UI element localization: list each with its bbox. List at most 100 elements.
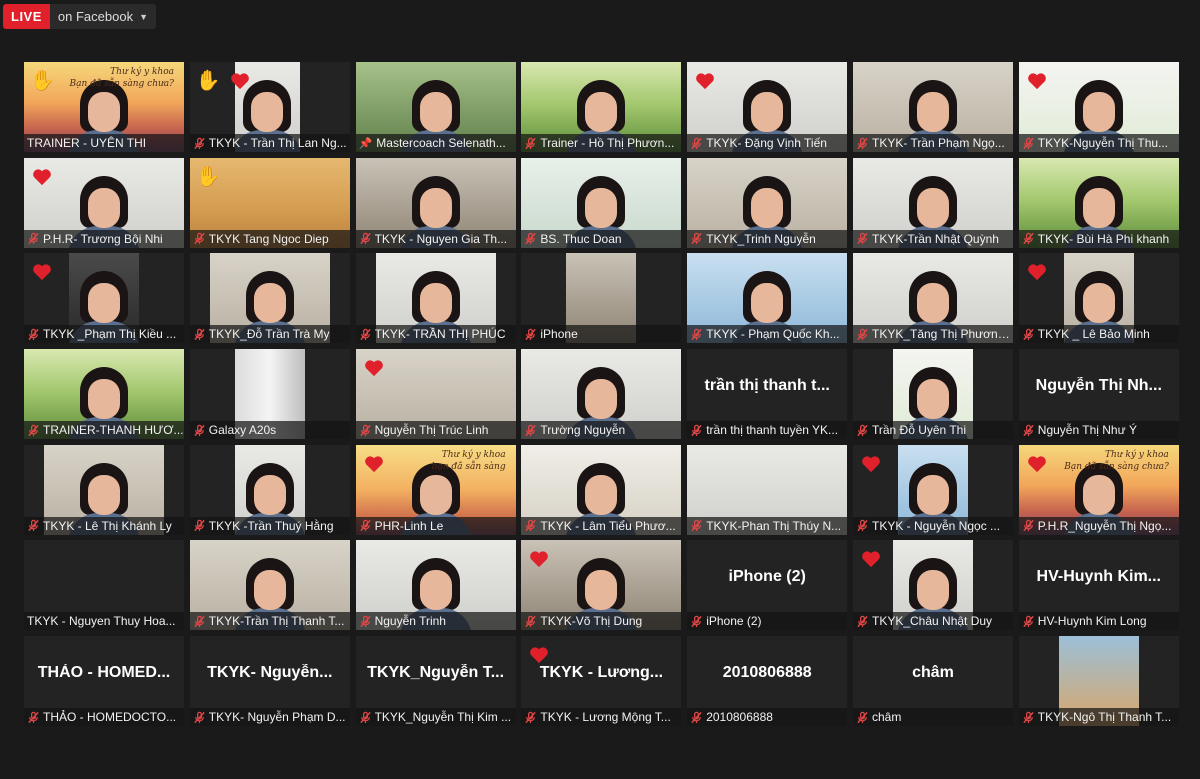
- heart-reaction-icon: [1027, 73, 1046, 90]
- participant-tile[interactable]: iPhone: [521, 253, 682, 344]
- participant-name-bar: TKYK _Phạm Thị Kiều ...: [24, 325, 184, 344]
- muted-mic-icon: [194, 711, 205, 723]
- live-status-badge[interactable]: LIVE on Facebook ▼: [3, 4, 156, 29]
- participant-name: TKYK - Nguyễn Ngọc ...: [871, 518, 1001, 533]
- participant-tile[interactable]: TKYK - Lương... TKYK - Lương Mộng T...: [521, 636, 682, 727]
- muted-mic-icon: [691, 615, 702, 628]
- participant-tile[interactable]: TKYK - Phạm Quốc Kh...: [687, 253, 848, 344]
- participant-tile[interactable]: TKYK-Trần Nhật Quỳnh: [852, 157, 1013, 248]
- live-destination-dropdown[interactable]: on Facebook ▼: [49, 4, 156, 29]
- participant-name: TKYK - Lâm Tiểu Phươ...: [540, 518, 676, 533]
- muted-mic-icon: [1023, 232, 1034, 245]
- participant-name: BS. Thuc Doan: [540, 231, 622, 246]
- participant-tile[interactable]: Nguyễn Thị Nh... Nguyễn Thị Như Ý: [1018, 349, 1179, 440]
- participant-tile[interactable]: Thư ký y khoa Bạn đã sẵn sàng chưa? P.H.R…: [1018, 444, 1179, 535]
- participant-tile[interactable]: TKYK - Lâm Tiểu Phươ...: [521, 444, 682, 535]
- participant-name-bar: BS. Thuc Doan: [521, 229, 682, 248]
- participant-name: châm: [871, 710, 902, 725]
- participant-name: Nguyễn Thị Như Ý: [1037, 423, 1137, 438]
- muted-mic-icon: [194, 519, 205, 532]
- participant-tile[interactable]: châm châm: [852, 636, 1013, 727]
- participant-name-bar: TKYK _ Lê Bảo Minh: [1018, 325, 1179, 344]
- participant-tile[interactable]: Thư ký y khoa Bạn đã sẵn sàng chưa? ✋ TRAI…: [24, 62, 184, 152]
- participant-tile[interactable]: TKYK_Châu Nhật Duy: [852, 540, 1013, 631]
- participant-tile[interactable]: Galaxy A20s: [189, 349, 350, 440]
- participant-name-bar: TKYK - Trần Thị Lan Ng...: [189, 134, 350, 152]
- participant-name-bar: châm: [852, 708, 1013, 727]
- participant-tile[interactable]: TKYK-Ngô Thị Thanh T...: [1018, 636, 1179, 727]
- participant-tile[interactable]: TKYK- Bùi Hà Phi khanh: [1018, 157, 1179, 248]
- participant-tile[interactable]: TKYK- Trần Phạm Ngọ...: [852, 62, 1013, 152]
- participant-tile[interactable]: TKYK_Tăng Thị Phương...: [852, 253, 1013, 344]
- muted-mic-icon: [1023, 328, 1034, 340]
- participant-tile[interactable]: TKYK_Đỗ Trần Trà My: [189, 253, 350, 344]
- participant-tile[interactable]: TKYK-Phan Thị Thúy N...: [687, 444, 848, 535]
- participant-tile[interactable]: Thư ký y khoa bạn đã sẵn sàng PHR-Linh Le: [355, 444, 516, 535]
- participant-tile[interactable]: BS. Thuc Doan: [521, 157, 682, 248]
- participant-name-bar: TKYK_Đỗ Trần Trà My: [189, 325, 350, 344]
- muted-mic-icon: [1023, 137, 1034, 149]
- muted-mic-icon: [194, 232, 205, 245]
- participant-tile[interactable]: 📌 Mastercoach Selenath...: [355, 62, 516, 152]
- muted-mic-icon: [691, 232, 702, 245]
- participant-name: Mastercoach Selenath...: [376, 136, 506, 150]
- participant-tile[interactable]: TKYK - Nguyen Thuy Hoa...: [24, 540, 184, 631]
- participant-tile[interactable]: TKYK_Nguyễn T... TKYK_Nguyễn Thị Kim ...: [355, 636, 516, 727]
- participant-tile[interactable]: 2010806888 2010806888: [687, 636, 848, 727]
- participant-tile[interactable]: TKYK-Trần Thị Thanh T...: [189, 540, 350, 631]
- participant-tile[interactable]: TKYK-Nguyễn Thị Thu...: [1018, 62, 1179, 152]
- participant-name: PHR-Linh Le: [374, 518, 444, 533]
- participant-name: TKYK_Đỗ Trần Trà My: [208, 327, 330, 342]
- participant-tile[interactable]: TKYK _Phạm Thị Kiều ...: [24, 253, 184, 344]
- participant-tile[interactable]: TKYK -Trần Thuý Hằng: [189, 444, 350, 535]
- participant-name: TKYK-Trần Thị Thanh T...: [208, 614, 345, 629]
- participant-tile[interactable]: TKYK- Đặng Vịnh Tiến: [687, 62, 848, 152]
- participant-tile[interactable]: TKYK- TRẦN THỊ PHÚC: [355, 253, 516, 344]
- participant-tile[interactable]: TKYK - Nguyen Gia Th...: [355, 157, 516, 248]
- participant-tile[interactable]: THẢO - HOMED... THẢO - HOMEDOCTO...: [24, 636, 184, 727]
- participant-tile[interactable]: HV-Huynh Kim... HV-Huynh Kim Long: [1018, 540, 1179, 631]
- participant-tile[interactable]: iPhone (2) iPhone (2): [687, 540, 848, 631]
- participant-tile[interactable]: Nguyễn Trinh: [355, 540, 516, 631]
- muted-mic-icon: [525, 711, 537, 723]
- participant-tile[interactable]: TKYK _ Lê Bảo Minh: [1018, 253, 1179, 344]
- participant-name: Nguyễn Thị Trúc Linh: [374, 423, 489, 438]
- participant-name: iPhone: [540, 327, 578, 342]
- heart-reaction-icon: [1027, 264, 1046, 281]
- participant-tile[interactable]: TKYK- Nguyễn... TKYK- Nguyễn Phạm D...: [189, 636, 350, 727]
- participant-name-bar: P.H.R- Trương Bội Nhi: [24, 229, 184, 248]
- participant-name-bar: TKYK - Nguyễn Ngọc ...: [852, 516, 1013, 535]
- participant-name-bar: TKYK-Ngô Thị Thanh T...: [1018, 708, 1179, 727]
- participant-tile[interactable]: TKYK - Lê Thị Khánh Ly: [24, 444, 184, 535]
- participant-display-name: TKYK- Nguyễn...: [207, 664, 333, 682]
- muted-mic-icon: [691, 137, 702, 149]
- muted-mic-icon: [359, 328, 371, 340]
- participant-tile[interactable]: TKYK-Võ Thị Dung: [521, 540, 682, 631]
- participant-tile[interactable]: TRAINER-THANH HƯƠ...: [24, 349, 184, 440]
- participant-tile[interactable]: ✋ TKYK - Trần Thị Lan Ng...: [189, 62, 350, 152]
- participant-name-bar: Trần Đỗ Uyên Thi: [852, 421, 1013, 440]
- heart-reaction-icon: [364, 456, 383, 472]
- participant-tile[interactable]: Nguyễn Thị Trúc Linh: [355, 349, 516, 440]
- chevron-down-icon: ▼: [139, 11, 148, 22]
- participant-name: iPhone (2): [706, 614, 762, 629]
- participant-tile[interactable]: TKYK_Trinh Nguyễn: [687, 157, 848, 248]
- participant-tile[interactable]: ✋ TKYK Tang Ngoc Diep: [189, 157, 350, 248]
- muted-mic-icon: [28, 424, 39, 436]
- raised-hand-icon: ✋: [195, 165, 221, 188]
- participant-name-bar: TKYK_Tăng Thị Phương...: [852, 325, 1013, 344]
- participant-tile[interactable]: Trường Nguyễn: [521, 349, 682, 440]
- participant-name: TKYK_Châu Nhật Duy: [871, 614, 993, 629]
- background-poster-text: Thư ký y khoa Bạn đã sẵn sàng chưa?: [1064, 449, 1169, 472]
- participant-tile[interactable]: P.H.R- Trương Bội Nhi: [24, 157, 184, 248]
- participant-name-bar: Trường Nguyễn: [521, 421, 682, 440]
- participant-name: TKYK _Phạm Thị Kiều ...: [43, 327, 177, 342]
- heart-reaction-icon: [696, 73, 715, 90]
- participant-tile[interactable]: Trần Đỗ Uyên Thi: [852, 349, 1013, 440]
- participant-name-bar: TKYK - Lê Thị Khánh Ly: [24, 516, 184, 535]
- participant-tile[interactable]: trần thị thanh t... trần thị thanh tuyền …: [687, 349, 848, 440]
- participant-tile[interactable]: Trainer - Hồ Thị Phươn...: [521, 62, 682, 152]
- muted-mic-icon: [857, 711, 868, 723]
- participant-display-name: HV-Huynh Kim...: [1036, 568, 1161, 586]
- participant-tile[interactable]: TKYK - Nguyễn Ngọc ...: [852, 444, 1013, 535]
